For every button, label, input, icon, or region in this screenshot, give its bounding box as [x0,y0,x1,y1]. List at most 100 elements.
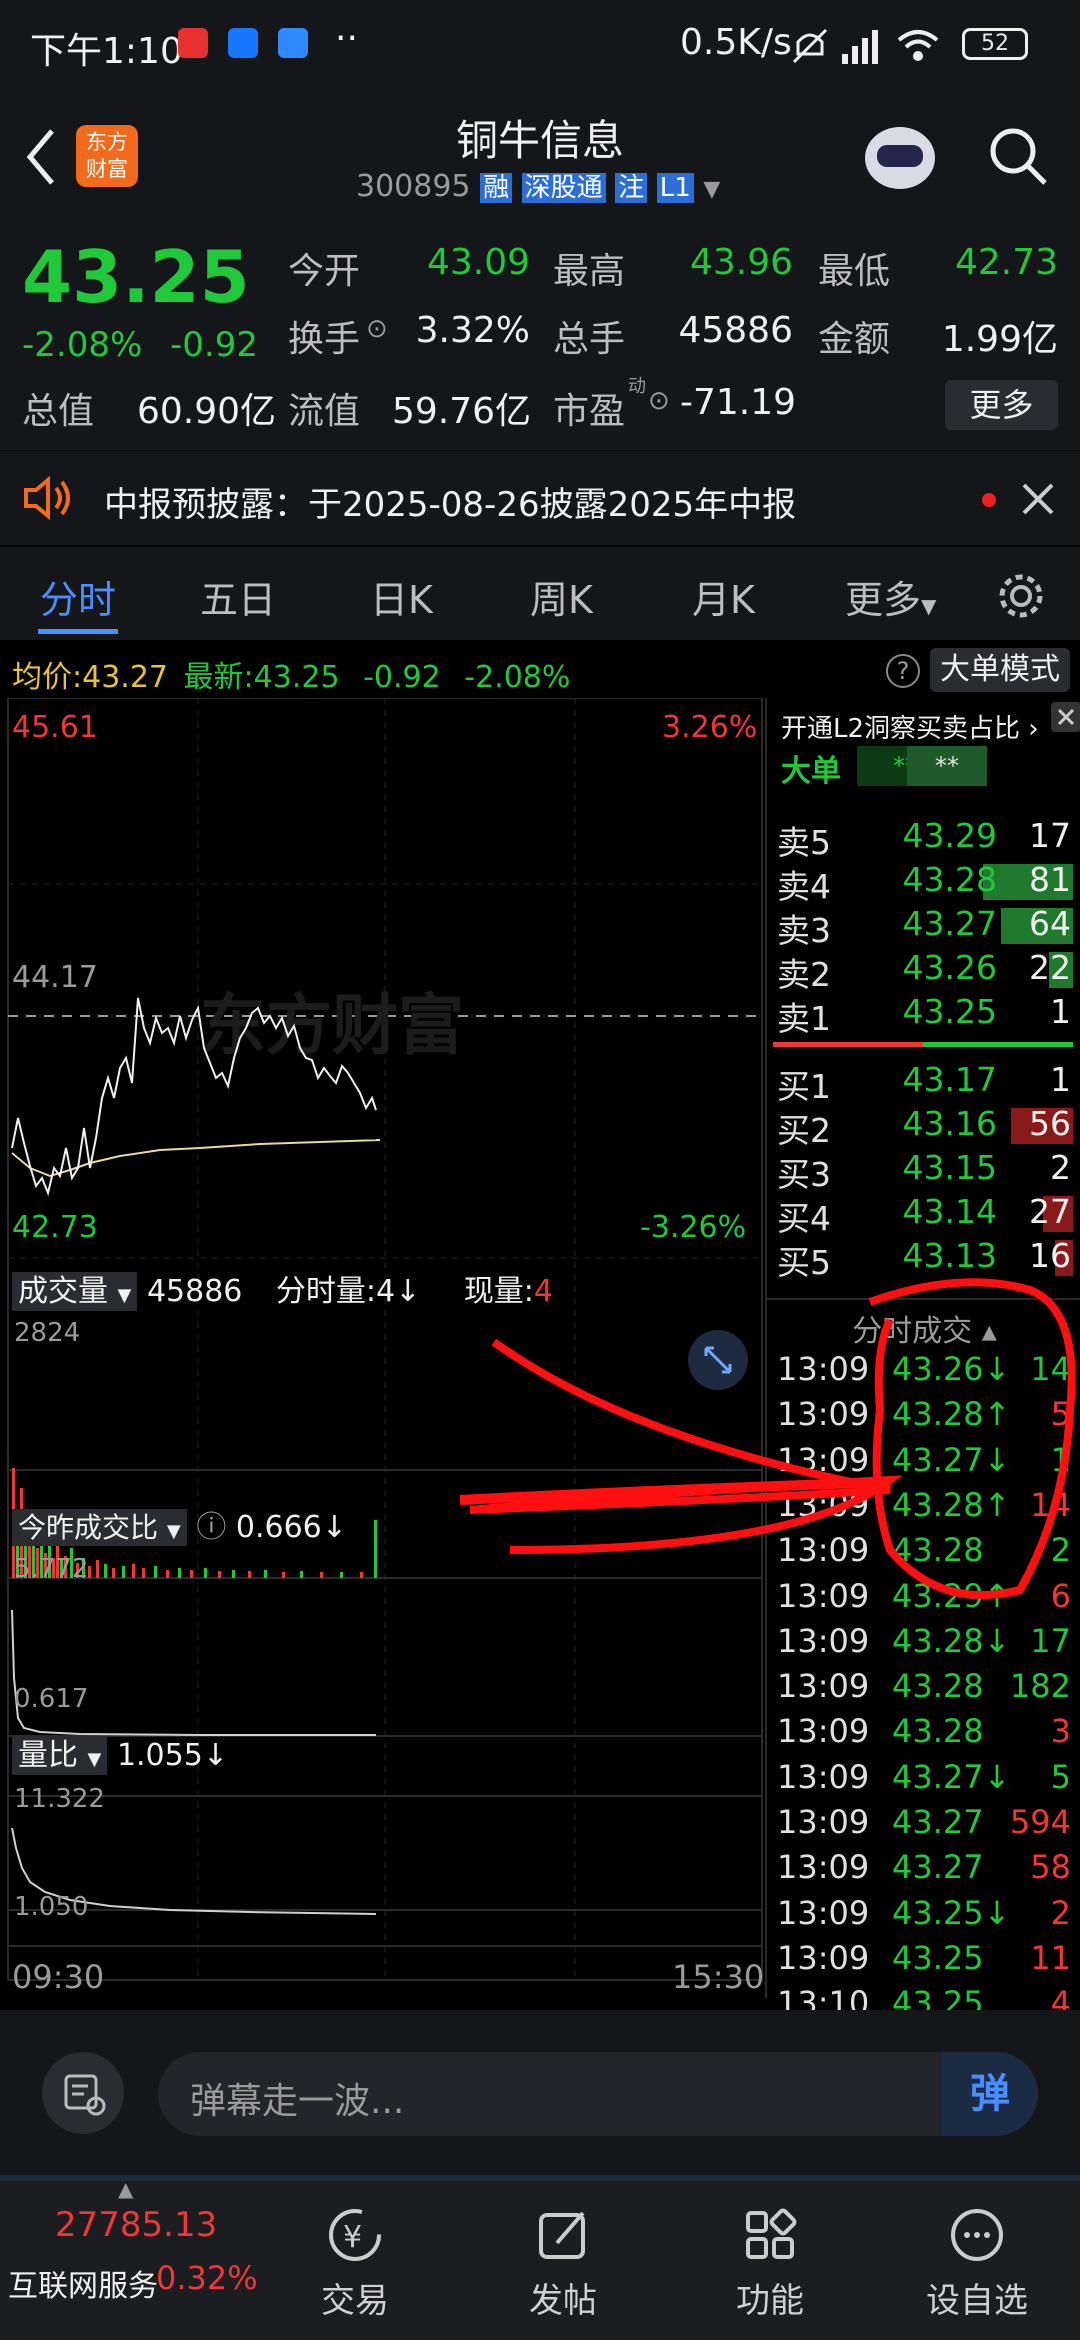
signal-icon [842,30,878,64]
big-order-mode-button[interactable]: 大单模式 [930,648,1070,692]
tab-intraday[interactable]: 分时 [40,569,116,624]
tick-time: 13:09 [777,1938,870,1977]
more-button[interactable]: 更多 [945,380,1058,430]
pe-label: 市盈 [553,391,626,432]
tab-more[interactable]: 更多▼ [845,569,936,624]
collapse-up-icon[interactable]: ▲ [118,2177,133,2201]
high-value: 43.96 [689,242,793,283]
amount-value: 1.99亿 [941,319,1058,360]
tick-price: 43.25↓ [892,1893,1011,1932]
back-icon[interactable] [20,125,60,189]
ratio1-arrow: ↓ [321,1510,347,1545]
app-icon [278,28,308,58]
tick-volume: 58 [1030,1848,1071,1887]
tick-row: 13:09 43.27 58 [767,1848,1077,1893]
amount-label: 金额 [818,319,891,360]
ask-volume: 22 [1029,948,1071,987]
net-speed: 0.5K/s [680,22,792,63]
robot-assistant-icon[interactable] [865,127,935,189]
latest-label: 最新: [183,660,254,695]
ratio1-value: 0.666 [235,1510,322,1545]
ratio2-min: 1.050 [14,1892,89,1922]
tick-row: 13:09 43.27 594 [767,1803,1077,1848]
wifi-icon [897,30,939,61]
tick-volume: 182 [1009,1667,1071,1706]
danmu-bar: 弹幕走一波... 弹 [0,2010,1080,2175]
ask-price: 43.27 [902,904,997,943]
notice-bar[interactable]: 中报预披露：于2025-08-26披露2025年中报 [0,450,1080,545]
dropdown-icon[interactable]: ▼ [703,177,720,202]
notification-icon [178,28,208,58]
danmu-input[interactable]: 弹幕走一波... 弹 [158,2052,1038,2136]
tick-volume: 17 [1030,1621,1071,1660]
avg-label: 均价: [12,660,83,695]
volume-selector[interactable]: 成交量 ▼ [12,1272,138,1311]
total-cap-label: 总值 [22,391,95,432]
tab-five-day[interactable]: 五日 [200,569,276,624]
tag-connect: 深股通 [521,173,606,203]
nav-trade[interactable]: ¥ 交易 [280,2175,430,2340]
dropdown-arrow-icon: ▼ [921,594,937,618]
red-annotation [459,1278,1076,1599]
nav-add-watchlist[interactable]: 设自选 [902,2175,1052,2340]
low-value: 42.73 [954,242,1058,283]
index-value[interactable]: 27785.13 [55,2205,217,2245]
tick-time: 13:09 [777,1848,870,1887]
ask-level-row[interactable]: 卖4 43.28 81 [767,860,1077,906]
alipay-icon [228,28,258,58]
tag-level: L1 [656,173,694,203]
nav-functions[interactable]: 功能 [695,2175,845,2340]
ratio2-header: 量比 ▼ 1.055↓ [12,1730,228,1775]
tick-time: 13:09 [777,1803,870,1841]
index-name[interactable]: 互联网服务 [8,2261,158,2305]
tick-row: 13:09 43.28 3 [767,1712,1077,1757]
l2-promo-link[interactable]: 开通L2洞察买卖占比 › [781,708,1039,745]
logo-text-1: 东方 [86,130,128,154]
avg-info-row: 均价:43.27 最新:43.25 -0.92 -2.08% [12,652,570,696]
pe-info-icon[interactable]: ⊙ [648,386,670,416]
tick-price: 43.28 [892,1712,984,1751]
battery-level: 52 [981,31,1009,56]
help-icon[interactable]: ? [886,654,920,688]
ask-price: 43.29 [902,816,997,855]
tab-monthly-k[interactable]: 月K [692,569,755,624]
ratio1-selector[interactable]: 今昨成交比 ▼ [12,1509,187,1546]
tab-daily-k[interactable]: 日K [370,569,433,624]
close-icon[interactable] [1020,481,1056,517]
stock-name: 铜牛信息 [455,116,624,165]
danmu-settings-icon[interactable] [42,2052,124,2134]
settings-gear-icon[interactable] [996,571,1046,621]
search-icon[interactable] [985,123,1051,189]
dropdown-arrow-icon: ▼ [87,1749,102,1770]
turnover-label: 换手 [288,319,361,360]
tick-volume: 3 [1050,1712,1071,1751]
avg-value: 43.27 [82,660,168,695]
volume-arrow: ↓ [395,1274,421,1309]
volume-value: 45886 [678,310,793,351]
tick-row: 13:09 43.25↓ 2 [767,1894,1077,1939]
pct-high: 3.26% [662,710,758,745]
tick-time: 13:09 [777,1757,870,1796]
ratio2-selector[interactable]: 量比 ▼ [12,1736,108,1775]
float-cap-label: 流值 [288,391,361,432]
tab-weekly-k[interactable]: 周K [530,569,593,624]
pe-superscript: 动 [628,376,646,397]
danmu-send-button[interactable]: 弹 [942,2052,1038,2136]
tab-indicator [38,629,118,634]
grid-icon [746,2208,797,2259]
info-icon[interactable]: ⊙ [366,314,388,344]
close-icon[interactable] [1051,702,1080,732]
nav-post[interactable]: 发帖 [488,2175,638,2340]
ask-level-row[interactable]: 卖2 43.26 22 [767,948,1077,994]
help-icon[interactable]: ⓘ [196,1510,226,1545]
ask-volume: 17 [1029,816,1071,855]
ask-level-row[interactable]: 卖3 43.27 64 [767,904,1077,950]
tick-time: 13:09 [777,1893,870,1932]
ask-level-row[interactable]: 卖5 43.29 17 [767,816,1077,862]
notice-text: 中报预披露：于2025-08-26披露2025年中报 [104,485,797,525]
big-order-sell: ** [907,746,987,786]
quote-panel: 43.25 -2.08% -0.92 今开 43.09 最高 43.96 最低 … [0,220,1080,450]
ratio2-label: 量比 [18,1738,78,1773]
unread-dot [982,493,996,507]
more-dots-icon: ·· [335,18,358,59]
